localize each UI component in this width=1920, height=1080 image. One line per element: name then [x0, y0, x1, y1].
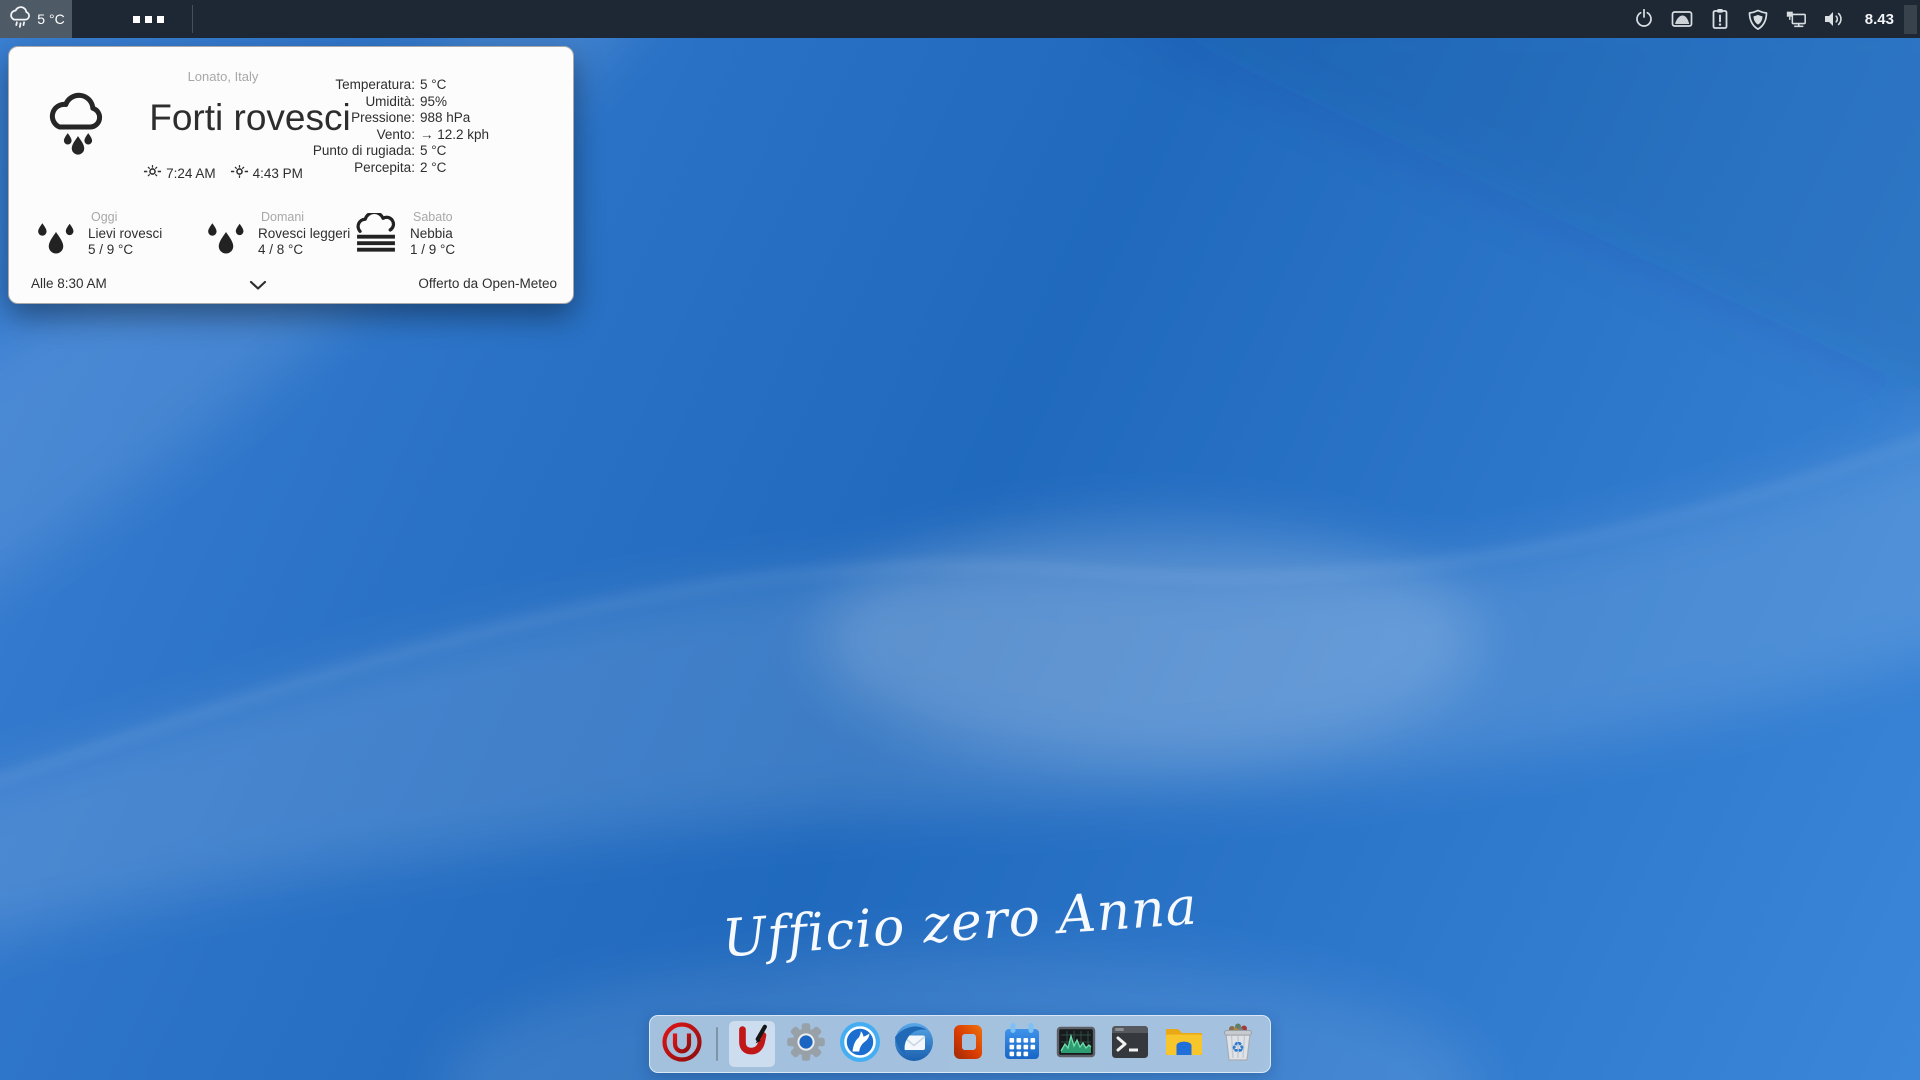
forecast-condition: Rovesci leggeri	[258, 226, 350, 243]
gear-icon	[785, 1021, 827, 1068]
dock: ♻	[649, 1015, 1271, 1073]
detail-label: Percepita:	[313, 160, 415, 177]
forecast-condition: Lievi rovesci	[88, 226, 162, 243]
folder-icon	[1163, 1021, 1205, 1068]
fog-icon	[353, 213, 399, 260]
detail-value: 2 °C	[420, 160, 489, 177]
dock-item-calendar[interactable]	[999, 1021, 1045, 1067]
dock-item-thunderbird[interactable]	[891, 1021, 937, 1067]
detail-label: Temperatura:	[313, 77, 415, 94]
clipboard-alert-icon[interactable]	[1709, 8, 1731, 30]
dock-item-system-monitor[interactable]	[1053, 1021, 1099, 1067]
forecast-condition: Nebbia	[410, 226, 455, 243]
sunset-icon	[230, 162, 249, 184]
detail-value: 988 hPa	[420, 110, 489, 127]
sunset-time: 4:43 PM	[253, 166, 303, 181]
detail-value: → 12.2 kph	[420, 127, 489, 144]
terminal-icon	[1109, 1021, 1151, 1068]
office-icon	[948, 1021, 988, 1068]
desktop-wallpaper: Ufficio zero Anna 5 °C	[0, 0, 1920, 1080]
dock-item-app-menu[interactable]	[659, 1021, 705, 1067]
dock-item-settings[interactable]	[783, 1021, 829, 1067]
forecast-temps: 4 / 8 °C	[258, 242, 350, 259]
svg-text:♻: ♻	[1231, 1038, 1244, 1056]
rain-drops-icon	[35, 216, 77, 261]
thunderbird-icon	[893, 1021, 935, 1068]
weather-indicator-chip[interactable]: 5 °C	[0, 0, 72, 38]
heavy-showers-icon	[45, 91, 111, 168]
panel-separator	[192, 5, 193, 33]
dock-item-office[interactable]	[945, 1021, 991, 1067]
network-icon[interactable]	[1785, 8, 1807, 30]
rain-drops-icon	[205, 216, 247, 261]
dock-item-uz-pen-app[interactable]	[729, 1021, 775, 1067]
wallpaper-icon[interactable]	[1671, 8, 1693, 30]
power-icon[interactable]	[1633, 8, 1655, 30]
calendar-icon	[1001, 1021, 1043, 1068]
panel-expander[interactable]	[1904, 5, 1917, 34]
forecast-day: Sabato	[413, 209, 455, 226]
detail-value: 5 °C	[420, 77, 489, 94]
wallpaper-signature: Ufficio zero Anna	[721, 876, 1200, 969]
system-monitor-icon	[1055, 1021, 1097, 1068]
dock-item-terminal[interactable]	[1107, 1021, 1153, 1067]
detail-value: 5 °C	[420, 143, 489, 160]
trash-full-icon: ♻	[1217, 1020, 1259, 1069]
detail-label: Pressione:	[313, 110, 415, 127]
weather-attribution: Offerto da Open-Meteo	[418, 276, 557, 291]
weather-details: Temperatura: 5 °C Umidità: 95% Pressione…	[313, 77, 489, 176]
forecast-item: Sabato Nebbia 1 / 9 °C	[353, 209, 455, 260]
forecast-day: Oggi	[91, 209, 162, 226]
top-panel: 5 °C	[0, 0, 1920, 38]
detail-value: 95%	[420, 94, 489, 111]
weather-updated-time: Alle 8:30 AM	[31, 276, 107, 291]
clock[interactable]: 8.43	[1865, 11, 1894, 28]
volume-icon[interactable]	[1823, 8, 1845, 30]
rain-cloud-icon	[7, 3, 34, 35]
sunrise-icon	[143, 162, 162, 184]
three-dots-icon[interactable]	[133, 0, 164, 38]
dock-item-librewolf[interactable]	[837, 1021, 883, 1067]
forecast-temps: 5 / 9 °C	[88, 242, 162, 259]
librewolf-icon	[839, 1021, 881, 1068]
ufficio-zero-logo-icon	[660, 1020, 704, 1069]
system-tray: 8.43	[1625, 0, 1920, 38]
detail-label: Umidità:	[313, 94, 415, 111]
forecast-temps: 1 / 9 °C	[410, 242, 455, 259]
detail-label: Punto di rugiada:	[313, 143, 415, 160]
detail-label: Vento:	[313, 127, 415, 144]
dock-item-trash[interactable]: ♻	[1215, 1021, 1261, 1067]
uz-pen-icon	[732, 1022, 772, 1067]
shield-icon[interactable]	[1747, 8, 1769, 30]
chevron-down-icon[interactable]	[247, 277, 269, 293]
dock-item-files[interactable]	[1161, 1021, 1207, 1067]
sunrise-time: 7:24 AM	[166, 166, 216, 181]
weather-popup: Lonato, Italy Forti rovesci	[8, 46, 574, 304]
dock-separator	[716, 1027, 718, 1061]
forecast-item: Oggi Lievi rovesci 5 / 9 °C	[35, 209, 162, 261]
weather-chip-temperature: 5 °C	[37, 11, 64, 27]
forecast-item: Domani Rovesci leggeri 4 / 8 °C	[205, 209, 350, 261]
forecast-day: Domani	[261, 209, 350, 226]
